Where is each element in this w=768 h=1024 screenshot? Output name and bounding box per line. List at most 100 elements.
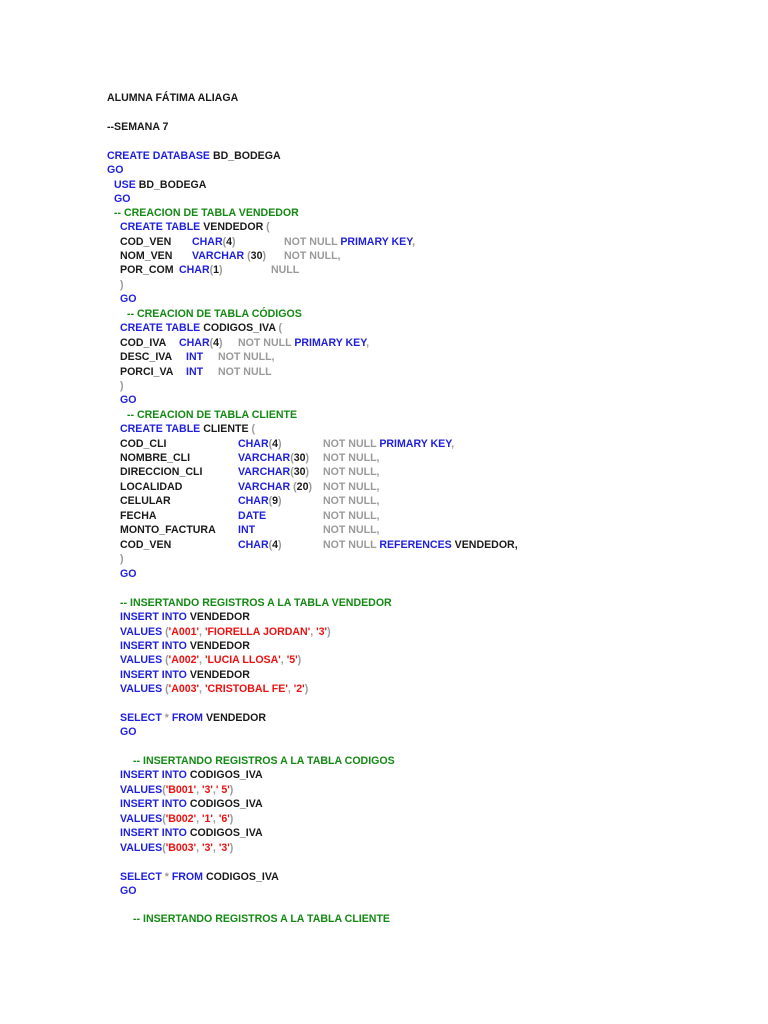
code-segment: NOT NULL,	[323, 495, 380, 507]
sql-comment: -- INSERTANDO REGISTROS A LA TABLA CLIEN…	[133, 913, 390, 925]
sql-punctuation: )	[229, 813, 234, 825]
code-segment: LOCALIDAD	[120, 481, 182, 493]
sql-keyword: REFERENCES	[379, 539, 455, 551]
code-text: VENDEDOR	[203, 221, 267, 233]
code-segment: FECHA	[120, 510, 157, 522]
sql-punctuation: NOT NULL,	[323, 495, 380, 507]
sql-punctuation: NOT NULL,	[323, 524, 380, 536]
sql-keyword: INT	[186, 366, 204, 378]
sql-keyword: INT	[238, 524, 256, 536]
code-segment: GO	[120, 394, 136, 406]
sql-keyword: VARCHAR	[192, 250, 248, 262]
code-segment: VALUES ('A002', 'LUCIA LLOSA', '5')	[120, 654, 301, 666]
sql-keyword: CREATE TABLE	[120, 423, 204, 435]
code-segment: NOT NULL PRIMARY KEY,	[284, 236, 415, 248]
code-segment: INSERT INTO CODIGOS_IVA	[120, 769, 263, 781]
code-text: CLIENTE	[203, 423, 252, 435]
sql-punctuation: )	[120, 279, 124, 291]
code-segment: VALUES ('A001', 'FIORELLA JORDAN', '3')	[120, 626, 331, 638]
code-text: CELULAR	[120, 495, 171, 507]
sql-punctuation: )	[327, 626, 331, 638]
sql-keyword: CHAR	[192, 236, 223, 248]
code-segment: DIRECCION_CLI	[120, 466, 202, 478]
code-text: NOMBRE_CLI	[120, 452, 191, 464]
code-segment: CREATE DATABASE BD_BODEGA	[107, 150, 281, 162]
sql-keyword: GO	[114, 193, 131, 205]
sql-punctuation: )	[308, 481, 312, 493]
code-segment: VALUES ('A003', 'CRISTOBAL FE', '2')	[120, 683, 308, 695]
code-segment: DATE	[238, 510, 266, 522]
code-segment: CHAR(9)	[238, 495, 282, 507]
code-segment: CHAR(4)	[192, 236, 236, 248]
sql-keyword: CHAR	[179, 337, 210, 349]
sql-keyword: CHAR	[238, 495, 269, 507]
sql-string: '3'	[218, 842, 230, 854]
code-text: FECHA	[120, 510, 157, 522]
code-segment: CREATE TABLE CODIGOS_IVA (	[120, 322, 282, 334]
sql-keyword: PRIMARY KEY	[340, 236, 413, 248]
sql-punctuation: (	[266, 221, 270, 233]
sql-string: '2'	[293, 683, 305, 695]
code-text: VENDEDOR	[205, 712, 266, 724]
sql-punctuation: NOT NULL	[238, 337, 295, 349]
sql-punctuation: )	[305, 452, 310, 464]
code-segment: INT	[186, 351, 203, 363]
code-segment: VALUES('B002', '1', '6')	[120, 813, 233, 825]
sql-keyword: CHAR	[179, 264, 210, 276]
code-segment: --SEMANA 7	[107, 121, 168, 133]
code-text: COD_VEN	[120, 236, 172, 248]
sql-punctuation: )	[278, 438, 282, 450]
code-text: 20	[296, 481, 309, 493]
sql-punctuation: NOT NULL	[218, 366, 272, 378]
code-segment: GO	[114, 193, 130, 205]
sql-punctuation: NOT NULL	[323, 539, 380, 551]
code-segment: VARCHAR (20)	[238, 481, 312, 493]
code-segment: VARCHAR(30)	[238, 466, 309, 478]
sql-string: 'FIORELLA JORDAN'	[204, 626, 311, 638]
code-segment: INT	[238, 524, 255, 536]
sql-punctuation: NOT NULL	[284, 236, 341, 248]
code-segment: CHAR(1)	[179, 264, 223, 276]
sql-keyword: SELECT	[120, 871, 165, 883]
sql-keyword: INT	[186, 351, 204, 363]
code-segment: GO	[120, 885, 136, 897]
code-segment: CHAR(4)	[238, 438, 282, 450]
sql-keyword: VALUES	[120, 626, 166, 638]
code-segment: -- INSERTANDO REGISTROS A LA TABLA CLIEN…	[133, 913, 390, 925]
code-text: VENDEDOR	[189, 611, 250, 623]
code-segment: -- CREACION DE TABLA CLIENTE	[127, 409, 297, 421]
code-text: LOCALIDAD	[120, 481, 183, 493]
code-segment: INSERT INTO VENDEDOR	[120, 640, 250, 652]
sql-punctuation: )	[305, 466, 310, 478]
sql-punctuation: NOT NULL,	[323, 481, 380, 493]
sql-string: '3'	[201, 784, 213, 796]
sql-keyword: INSERT INTO	[120, 769, 190, 781]
code-text: BD_BODEGA	[212, 150, 281, 162]
code-segment: VARCHAR(30)	[238, 452, 309, 464]
sql-keyword: GO	[120, 568, 137, 580]
sql-punctuation: ,	[366, 337, 370, 349]
sql-keyword: INSERT INTO	[120, 640, 190, 652]
sql-punctuation: )	[219, 337, 223, 349]
code-text: VENDEDOR,	[454, 539, 518, 551]
sql-keyword: PRIMARY KEY	[294, 337, 367, 349]
sql-string: ' 5'	[215, 784, 230, 796]
sql-punctuation: )	[219, 264, 223, 276]
code-segment: NOT NULL,	[323, 524, 380, 536]
sql-comment: -- INSERTANDO REGISTROS A LA TABLA VENDE…	[120, 597, 392, 609]
sql-punctuation: )	[229, 842, 234, 854]
code-segment: COD_VEN	[120, 539, 171, 551]
sql-string: 'B001'	[165, 784, 197, 796]
sql-punctuation: )	[120, 553, 124, 565]
code-segment: VALUES('B003', '3', '3')	[120, 842, 233, 854]
sql-keyword: CHAR	[238, 438, 269, 450]
code-segment: NOT NULL,	[323, 466, 380, 478]
sql-punctuation: ,	[412, 236, 416, 248]
code-text: CODIGOS_IVA	[189, 827, 263, 839]
code-segment: ALUMNA FÁTIMA ALIAGA	[107, 92, 238, 104]
sql-keyword: INSERT INTO	[120, 611, 190, 623]
document-page: ALUMNA FÁTIMA ALIAGA --SEMANA 7 CREATE DAT…	[0, 0, 768, 1024]
code-text: 30	[293, 466, 306, 478]
sql-keyword: DATE	[238, 510, 267, 522]
code-segment: -- INSERTANDO REGISTROS A LA TABLA CODIG…	[133, 755, 395, 767]
